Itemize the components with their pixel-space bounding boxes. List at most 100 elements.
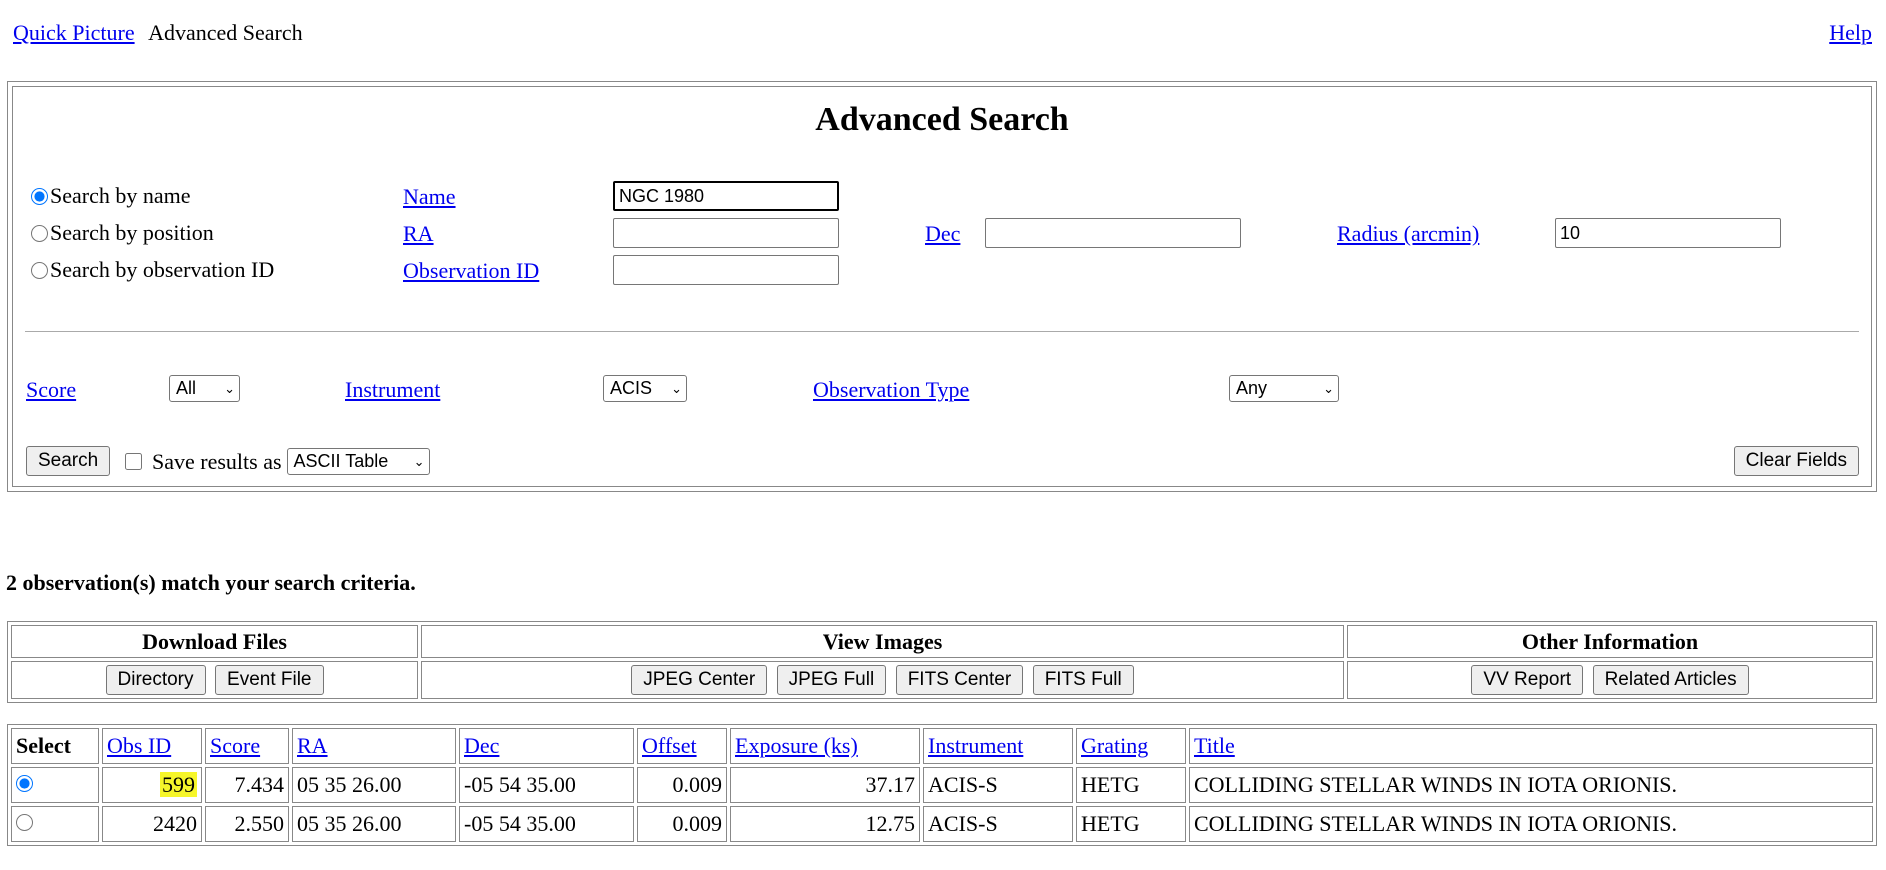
divider [25,331,1859,332]
mode-by-position-radio[interactable] [31,224,48,242]
mode-by-position-label: Search by position [50,220,214,245]
table-row[interactable]: 2420 2.550 05 35 26.00 -05 54 35.00 0.00… [11,806,1873,842]
dec-cell: -05 54 35.00 [459,806,634,842]
jpeg-center-button[interactable]: JPEG Center [631,665,768,695]
obsid-link[interactable]: Observation ID [403,258,539,284]
col-offset[interactable]: Offset [637,728,727,764]
ra-link[interactable]: RA [403,221,434,247]
score-select-value: All [176,378,197,398]
top-nav: Quick Picture Advanced Search [13,20,303,46]
obstype-link[interactable]: Observation Type [813,377,969,403]
fits-full-button[interactable]: FITS Full [1032,665,1134,695]
clear-fields-button[interactable]: Clear Fields [1733,446,1859,476]
chevron-down-icon: ⌄ [1323,380,1334,396]
dec-input[interactable] [985,218,1241,248]
save-format-select[interactable]: ASCII Table ⌄ [286,448,430,475]
ra-cell: 05 35 26.00 [292,767,456,803]
ra-cell: 05 35 26.00 [292,806,456,842]
col-exposure[interactable]: Exposure (ks) [730,728,920,764]
grating-cell: HETG [1076,767,1186,803]
obs-id-cell: 599 [102,767,202,803]
mode-by-name[interactable]: Search by name [31,183,191,209]
row-select-cell [11,806,99,842]
col-instrument[interactable]: Instrument [923,728,1073,764]
grating-cell: HETG [1076,806,1186,842]
event-file-button[interactable]: Event File [215,665,324,695]
col-title[interactable]: Title [1189,728,1873,764]
col-ra[interactable]: RA [292,728,456,764]
actions-table: Download Files View Images Other Informa… [7,621,1877,703]
col-dec[interactable]: Dec [459,728,634,764]
advanced-search-label: Advanced Search [148,20,303,45]
search-button[interactable]: Search [26,446,111,476]
obstype-select-value: Any [1236,378,1268,398]
chevron-down-icon: ⌄ [224,380,235,396]
help-link[interactable]: Help [1829,20,1872,46]
mode-by-obsid-radio[interactable] [31,261,48,279]
mode-by-obsid[interactable]: Search by observation ID [31,257,274,283]
row-select-radio[interactable] [16,814,33,831]
jpeg-full-button[interactable]: JPEG Full [776,665,887,695]
col-select: Select [11,728,99,764]
dec-cell: -05 54 35.00 [459,767,634,803]
directory-button[interactable]: Directory [105,665,206,695]
results-header-row: Select Obs ID Score RA Dec Offset Exposu… [11,728,1873,764]
title-cell: COLLIDING STELLAR WINDS IN IOTA ORIONIS. [1189,806,1873,842]
score-select[interactable]: All ⌄ [169,375,240,402]
quick-picture-link[interactable]: Quick Picture [13,20,135,45]
col-obs-id[interactable]: Obs ID [102,728,202,764]
score-cell: 7.434 [205,767,289,803]
exposure-cell: 12.75 [730,806,920,842]
obs-id-cell: 2420 [102,806,202,842]
table-row[interactable]: 599 7.434 05 35 26.00 -05 54 35.00 0.009… [11,767,1873,803]
obsid-input[interactable] [613,255,839,285]
score-link[interactable]: Score [26,377,76,403]
offset-cell: 0.009 [637,767,727,803]
other-info-header: Other Information [1347,625,1873,658]
exposure-cell: 37.17 [730,767,920,803]
title-cell: COLLIDING STELLAR WINDS IN IOTA ORIONIS. [1189,767,1873,803]
instrument-link[interactable]: Instrument [345,377,440,403]
other-info-cell: VV Report Related Articles [1347,661,1873,699]
related-articles-button[interactable]: Related Articles [1592,665,1749,695]
mode-by-position[interactable]: Search by position [31,220,214,246]
download-files-header: Download Files [11,625,418,658]
page-title: Advanced Search [815,101,1069,138]
chevron-down-icon: ⌄ [413,453,425,469]
results-table: Select Obs ID Score RA Dec Offset Exposu… [7,724,1877,846]
score-cell: 2.550 [205,806,289,842]
obs-id-value: 599 [160,772,197,797]
offset-cell: 0.009 [637,806,727,842]
save-results-label: Save results as [152,448,282,474]
mode-by-name-label: Search by name [50,183,191,208]
fits-center-button[interactable]: FITS Center [895,665,1024,695]
row-select-cell [11,767,99,803]
search-panel: Advanced Search Search by name Search by… [7,81,1877,492]
ra-input[interactable] [613,218,839,248]
vv-report-button[interactable]: VV Report [1471,665,1584,695]
obstype-select[interactable]: Any ⌄ [1229,375,1339,402]
view-images-header: View Images [421,625,1344,658]
result-count: 2 observation(s) match your search crite… [6,570,416,595]
save-format-value: ASCII Table [293,451,389,471]
search-panel-inner: Advanced Search Search by name Search by… [12,86,1872,487]
name-input[interactable] [613,181,839,211]
instrument-select-value: ACIS [610,378,653,398]
name-link[interactable]: Name [403,184,456,210]
save-results-group: Save results as ASCII Table ⌄ [125,448,430,475]
save-results-checkbox[interactable] [125,453,142,470]
chevron-down-icon: ⌄ [671,380,682,396]
radius-link[interactable]: Radius (arcmin) [1337,221,1479,247]
view-images-cell: JPEG Center JPEG Full FITS Center FITS F… [421,661,1344,699]
col-score[interactable]: Score [205,728,289,764]
instrument-cell: ACIS-S [923,767,1073,803]
col-grating[interactable]: Grating [1076,728,1186,764]
row-select-radio[interactable] [16,775,33,792]
mode-by-obsid-label: Search by observation ID [50,257,275,282]
download-files-cell: Directory Event File [11,661,418,699]
mode-by-name-radio[interactable] [31,187,48,205]
instrument-cell: ACIS-S [923,806,1073,842]
dec-link[interactable]: Dec [925,221,960,247]
instrument-select[interactable]: ACIS ⌄ [603,375,687,402]
radius-input[interactable] [1555,218,1781,248]
